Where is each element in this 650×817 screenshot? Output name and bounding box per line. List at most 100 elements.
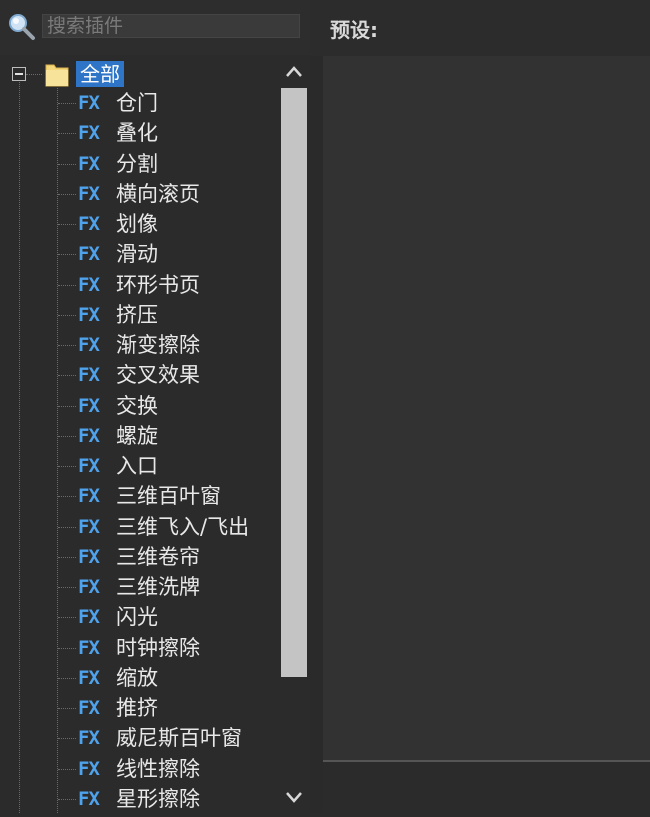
fx-effect-icon: FX [78, 273, 100, 296]
tree-guide-line [58, 768, 76, 770]
effects-tree: 全部 FX 仓门 FX 叠化 FX 分割 FX 横向滚页 FX 划像 FX 滑动 FX 环形书页 FX 挤压 F… [0, 56, 278, 813]
tree-item[interactable]: FX 交换 [0, 391, 278, 421]
tree-guide-line [58, 133, 76, 135]
fx-effect-icon: FX [78, 697, 100, 719]
chevron-up-icon [286, 66, 302, 77]
tree-item-label: 螺旋 [116, 423, 158, 448]
collapse-minus-icon[interactable] [12, 67, 26, 81]
tree-guide-line [58, 254, 76, 256]
tree-item[interactable]: FX 星形擦除 [0, 784, 278, 813]
scroll-up-button[interactable] [278, 56, 310, 88]
tree-guide-line [58, 435, 76, 437]
tree-item-label: 滑动 [116, 242, 158, 267]
tree-item[interactable]: FX 闪光 [0, 602, 278, 632]
panel-splitter[interactable] [310, 56, 323, 813]
scroll-down-button[interactable] [278, 781, 310, 813]
tree-item-label: 分割 [116, 151, 158, 176]
fx-effect-icon: FX [78, 92, 100, 114]
fx-effect-icon: FX [78, 636, 100, 659]
tree-item-label: 交换 [116, 393, 158, 418]
tree-item[interactable]: FX 三维卷帘 [0, 542, 278, 572]
tree-item-label: 横向滚页 [116, 181, 200, 206]
tree-item[interactable]: FX 威尼斯百叶窗 [0, 723, 278, 753]
scroll-track[interactable] [281, 88, 307, 781]
tree-guide-line [58, 738, 76, 740]
tree-item[interactable]: FX 挤压 [0, 300, 278, 330]
tree-item-label: 三维百叶窗 [116, 484, 221, 509]
tree-item[interactable]: FX 三维飞入/飞出 [0, 512, 278, 542]
fx-effect-icon: FX [78, 787, 100, 810]
fx-effect-icon: FX [78, 606, 100, 629]
fx-effect-icon: FX [78, 545, 100, 568]
fx-effect-icon: FX [78, 122, 100, 145]
tree-item-label: 叠化 [116, 121, 158, 146]
tree-item[interactable]: FX 缩放 [0, 663, 278, 693]
tree-item[interactable]: FX 三维洗牌 [0, 572, 278, 602]
tree-item[interactable]: FX 横向滚页 [0, 179, 278, 209]
tree-guide-line [58, 496, 76, 498]
preview-footer [323, 760, 650, 815]
effects-panel: 全部 FX仓门FX叠化FX分割FX横向滚页FX划像FX滑动FX环形书页FX挤压F… [0, 0, 310, 813]
search-input[interactable] [42, 14, 300, 38]
fx-effect-icon: FX [78, 424, 100, 447]
fx-effect-icon: FX [78, 666, 100, 689]
tree-guide-line [58, 314, 76, 316]
fx-effect-icon: FX [78, 182, 100, 205]
tree-guide-line [58, 617, 76, 619]
tree-item-label: 入口 [116, 454, 158, 478]
tree-item[interactable]: FX 仓门 [0, 88, 278, 118]
tree-item-label: 星形擦除 [116, 786, 200, 811]
tree-item[interactable]: FX 交叉效果 [0, 360, 278, 390]
tree-item[interactable]: FX 推挤 [0, 693, 278, 723]
fx-effect-icon: FX [78, 576, 100, 598]
tree-item[interactable]: FX 划像 [0, 209, 278, 239]
scroll-thumb[interactable] [281, 88, 307, 677]
tree-guide-line [58, 647, 76, 649]
fx-effect-icon: FX [78, 455, 100, 477]
tree-root-all[interactable]: 全部 [0, 56, 278, 92]
tree-item-label: 划像 [116, 212, 158, 236]
tree-item[interactable]: FX 时钟擦除 [0, 633, 278, 663]
tree-item[interactable]: FX 线性擦除 [0, 754, 278, 784]
fx-effect-icon: FX [78, 727, 100, 750]
magnifier-icon [6, 12, 36, 42]
tree-item[interactable]: FX 环形书页 [0, 270, 278, 300]
tree-guide-line [58, 466, 76, 467]
folder-icon [44, 60, 70, 88]
tree-item[interactable]: FX 滑动 [0, 239, 278, 269]
tree-guide-line [58, 556, 76, 558]
tree-guide-line [58, 345, 76, 346]
tree-guide-line [58, 526, 76, 528]
fx-effect-icon: FX [78, 213, 100, 235]
tree-item-label: 挤压 [116, 302, 158, 327]
tree-guide-line [58, 284, 76, 286]
tree-guide-line [58, 798, 76, 800]
tree-item-label: 环形书页 [116, 272, 200, 297]
chevron-down-icon [286, 792, 302, 803]
tree-item-label: 缩放 [116, 665, 158, 690]
tree-item[interactable]: FX 分割 [0, 149, 278, 179]
fx-effect-icon: FX [78, 152, 100, 175]
tree-item-label: 交叉效果 [116, 363, 200, 388]
preview-label: 预设: [330, 18, 378, 42]
tree-guide-line [58, 163, 76, 165]
fx-effect-icon: FX [78, 515, 100, 538]
tree-guide-line [58, 677, 76, 679]
tree-guide-line [58, 708, 76, 709]
tree-guide-line [58, 375, 76, 377]
tree-item[interactable]: FX 叠化 [0, 118, 278, 148]
tree-item[interactable]: FX 入口 [0, 451, 278, 481]
tree-item-label: 时钟擦除 [116, 635, 200, 660]
tree-item[interactable]: FX 三维百叶窗 [0, 481, 278, 511]
tree-item-label: 三维卷帘 [116, 544, 200, 569]
tree-item[interactable]: FX 渐变擦除 [0, 330, 278, 360]
tree-item[interactable]: FX 螺旋 [0, 421, 278, 451]
search-bar [0, 0, 310, 55]
tree-guide-line [58, 224, 76, 225]
tree-guide-line [58, 405, 76, 407]
tree-guide-line [58, 103, 76, 104]
fx-effect-icon: FX [78, 334, 100, 356]
preview-panel: 预设: [310, 0, 650, 815]
tree-scrollbar[interactable] [278, 56, 310, 813]
tree-guide-line [58, 193, 76, 195]
